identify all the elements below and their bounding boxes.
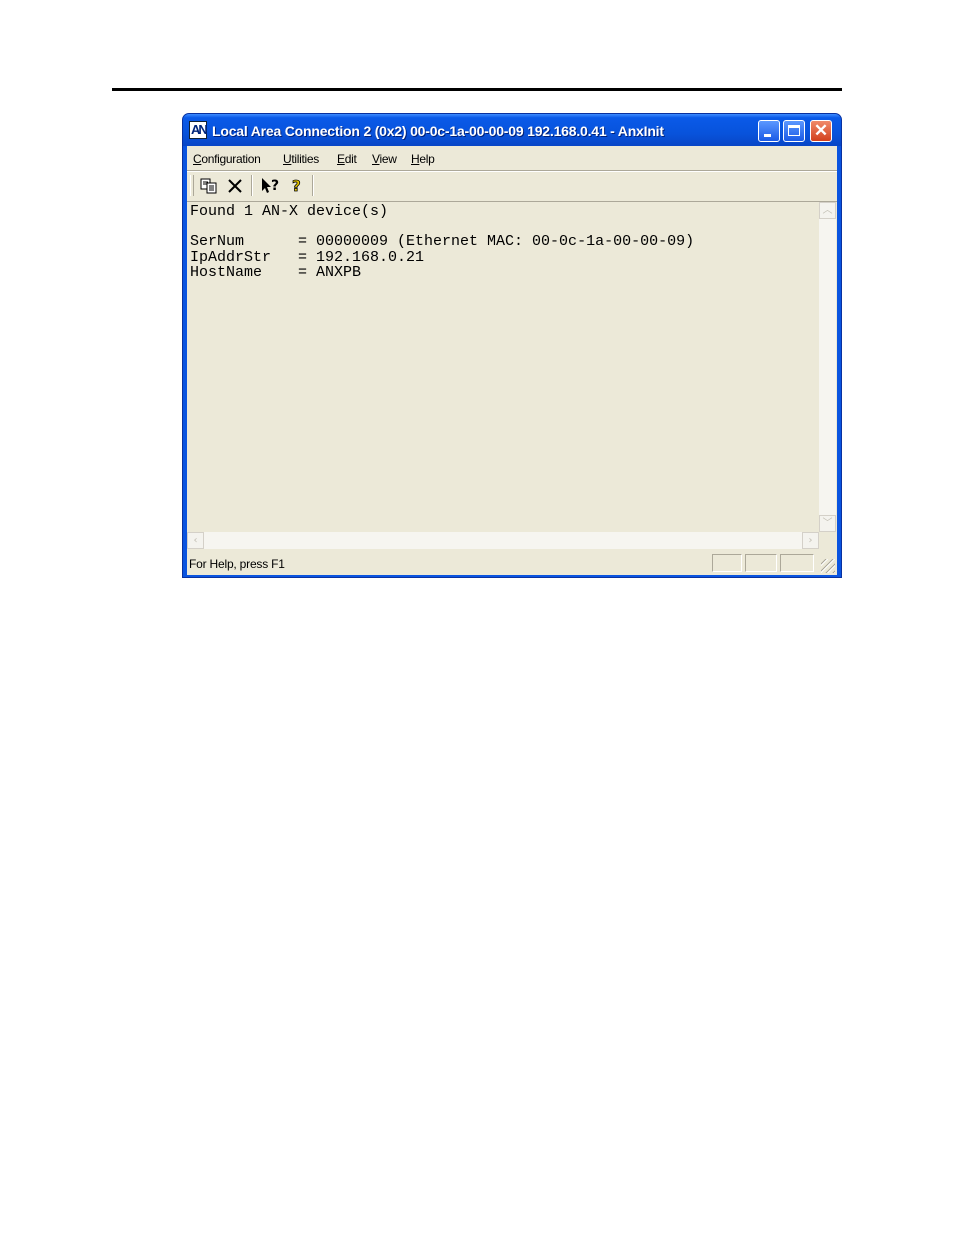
app-logo-text: AN [191, 122, 208, 137]
client-area: Configuration Utilities Edit View Help ?… [187, 146, 837, 575]
resize-grip-icon[interactable] [821, 559, 835, 573]
context-help-icon: ? [262, 178, 279, 194]
app-logo-icon: AN [189, 121, 208, 139]
anxinit-window: AN Local Area Connection 2 (0x2) 00-0c-1… [182, 113, 842, 578]
toolbar-separator-end [312, 175, 314, 196]
chevron-left-icon: ‹ [193, 535, 198, 546]
vertical-scrollbar[interactable]: ︿ ﹀ [819, 202, 836, 532]
window-title: Local Area Connection 2 (0x2) 00-0c-1a-0… [212, 123, 664, 139]
chevron-down-icon: ﹀ [822, 518, 833, 529]
menu-help[interactable]: Help [411, 152, 435, 166]
maximize-icon [788, 125, 800, 136]
context-help-button[interactable]: ? [259, 175, 283, 197]
minimize-button[interactable] [758, 120, 780, 142]
svg-text:?: ? [271, 178, 279, 194]
copy-icon [200, 178, 217, 194]
scroll-up-button[interactable]: ︿ [819, 202, 836, 219]
horizontal-scrollbar[interactable]: ‹ › [187, 532, 819, 549]
toolbar-separator [251, 175, 253, 196]
about-button[interactable]: ? [285, 175, 309, 197]
scrollbar-corner [819, 532, 836, 549]
toolbar-grip[interactable] [190, 175, 194, 196]
status-pane [745, 554, 777, 572]
menu-bar: Configuration Utilities Edit View Help [187, 146, 837, 170]
status-pane [712, 554, 742, 572]
chevron-up-icon: ︿ [822, 205, 833, 216]
menu-edit[interactable]: Edit [337, 152, 357, 166]
menu-configuration[interactable]: Configuration [193, 152, 261, 166]
scroll-down-button[interactable]: ﹀ [819, 515, 836, 532]
title-bar[interactable]: AN Local Area Connection 2 (0x2) 00-0c-1… [183, 114, 841, 146]
output-line: HostName = ANXPB [190, 263, 362, 281]
close-button[interactable]: ✕ [810, 120, 832, 142]
toolbar: ? ? [187, 172, 837, 200]
page-header-rule [112, 88, 842, 91]
close-icon: ✕ [813, 121, 829, 140]
clear-button[interactable] [223, 175, 247, 197]
output-text-area[interactable]: Found 1 AN-X device(s) SerNum = 00000009 … [187, 202, 819, 532]
status-bar: For Help, press F1 [187, 551, 837, 575]
clear-icon [228, 179, 242, 193]
menu-utilities[interactable]: Utilities [283, 152, 319, 166]
maximize-button[interactable] [783, 120, 805, 142]
about-icon: ? [292, 177, 302, 196]
output-line: Found 1 AN-X device(s) [190, 203, 389, 220]
output-line: SerNum = 00000009 (Ethernet MAC: 00-0c-1… [190, 233, 695, 251]
status-text: For Help, press F1 [189, 557, 285, 571]
status-pane [780, 554, 814, 572]
output-line: IpAddrStr = 192.168.0.21 [190, 248, 425, 266]
svg-text:?: ? [292, 177, 301, 195]
menu-view[interactable]: View [372, 152, 397, 166]
copy-button[interactable] [197, 175, 221, 197]
scroll-left-button[interactable]: ‹ [187, 532, 204, 549]
scroll-right-button[interactable]: › [802, 532, 819, 549]
chevron-right-icon: › [808, 535, 813, 546]
minimize-icon [764, 134, 771, 137]
